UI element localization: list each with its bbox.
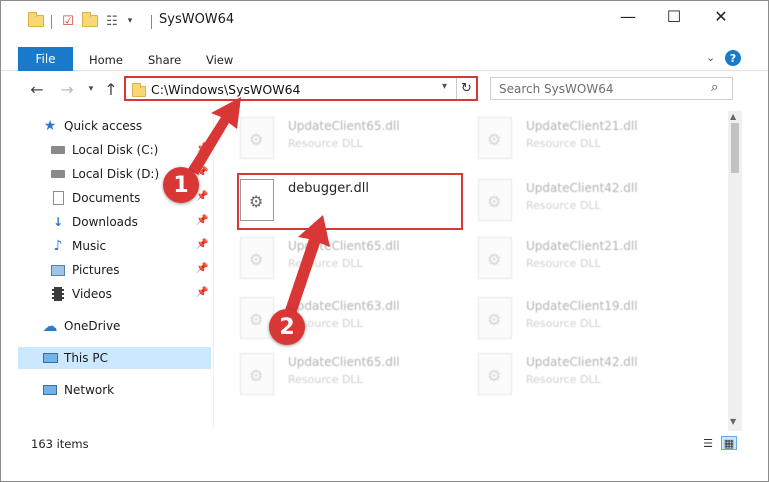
arrow-1 [188, 97, 241, 175]
explorer-window: ☑ ☷ ▾ SysWOW64 — ☐ ✕ File Home Share Vie… [0, 0, 769, 482]
step-2-badge: 2 [269, 309, 305, 345]
step-1-badge: 1 [163, 167, 199, 203]
annotation-arrows [188, 97, 330, 317]
arrow-2 [284, 215, 330, 317]
